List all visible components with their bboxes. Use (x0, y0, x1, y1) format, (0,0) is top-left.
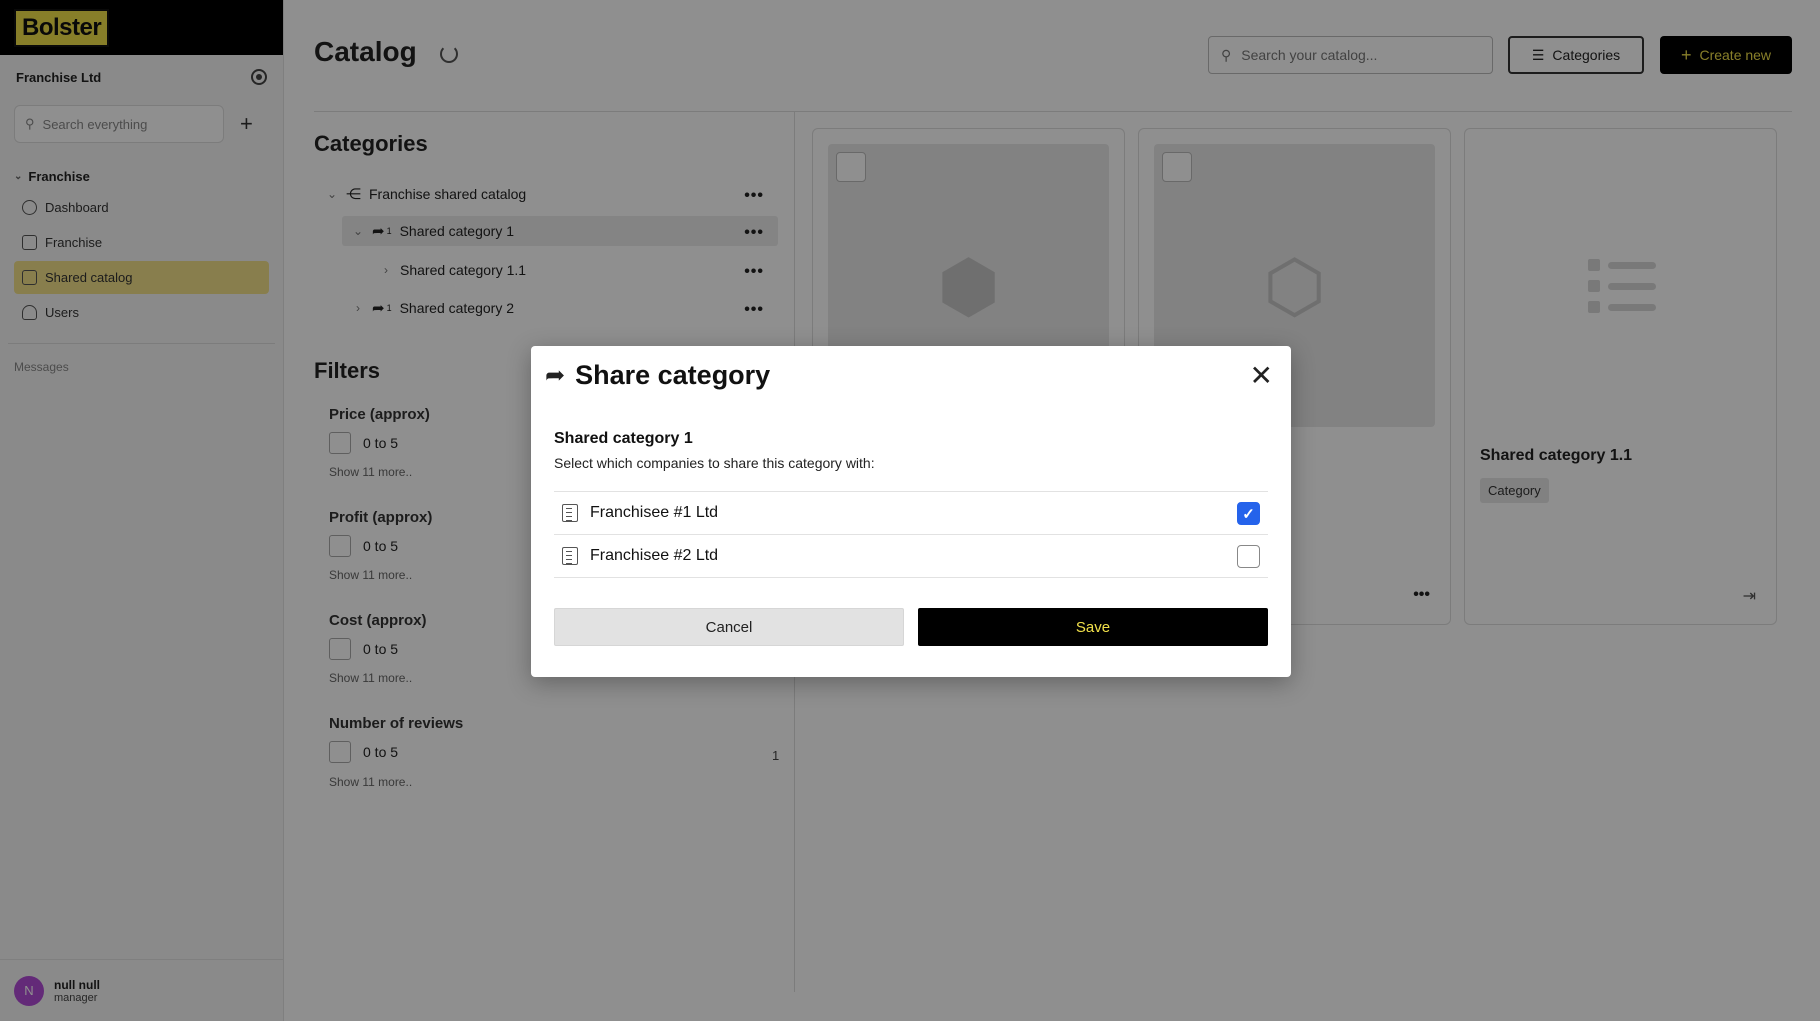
share-icon: ➦ (545, 362, 566, 389)
modal-description: Select which companies to share this cat… (554, 455, 875, 471)
company-row[interactable]: Franchisee #1 Ltd ✓ (554, 492, 1268, 535)
modal-subtitle: Shared category 1 (554, 430, 693, 447)
company-checkbox[interactable]: ✓ (1237, 502, 1260, 525)
company-checkbox[interactable] (1237, 545, 1260, 568)
company-name: Franchisee #1 Ltd (590, 504, 719, 521)
company-row[interactable]: Franchisee #2 Ltd (554, 535, 1268, 578)
save-button[interactable]: Save (918, 608, 1268, 646)
modal-header: ➦ Share category (545, 360, 770, 391)
cancel-button[interactable]: Cancel (554, 608, 904, 646)
modal-title: Share category (575, 360, 771, 390)
share-category-modal: ➦ Share category ✕ Shared category 1 Sel… (531, 346, 1291, 677)
building-icon (562, 504, 578, 522)
close-icon[interactable]: ✕ (1250, 362, 1273, 390)
company-list: Franchisee #1 Ltd ✓ Franchisee #2 Ltd (554, 491, 1268, 578)
company-name: Franchisee #2 Ltd (590, 547, 719, 564)
building-icon (562, 547, 578, 565)
